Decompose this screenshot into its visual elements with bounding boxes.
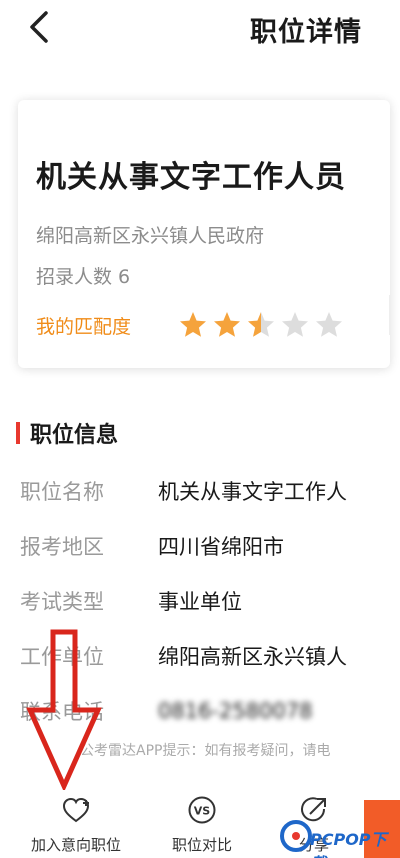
info-value: 机关从事文字工作人 [158,480,347,504]
star-icon [316,312,342,337]
watermark: PCPOP下载 [280,818,400,858]
page-title: 职位详情 [250,17,362,48]
star-icon [214,312,240,337]
info-value: 事业单位 [158,590,242,614]
match-rating-stars [178,310,344,340]
info-label: 报考地区 [20,535,104,559]
organization-name: 绵阳高新区永兴镇人民政府 [36,225,265,247]
tip-text: 公考雷达APP提示：如有报考疑问，请电 [80,743,331,759]
star-icon [282,312,308,337]
headcount: 招录人数 6 [36,266,131,288]
info-value: 四川省绵阳市 [158,535,284,559]
svg-text:VS: VS [194,805,211,818]
section-title: 职位信息 [16,418,118,448]
vs-circle-icon: VS [188,796,216,824]
watermark-text: PCPOP下载 [310,830,387,858]
phone-value[interactable]: 0816-2580078 [158,699,313,723]
add-favorite-label: 加入意向职位 [30,836,121,854]
job-summary-card: 机关从事文字工作人员 绵阳高新区永兴镇人民政府 招录人数 6 我的匹配度 [18,100,390,368]
compare-button[interactable]: VS 职位对比 [162,790,242,858]
annotation-arrow-icon [26,629,102,790]
section-accent-bar [16,422,20,444]
card-edge [382,295,390,335]
info-label: 考试类型 [20,590,104,614]
add-favorite-button[interactable]: 加入意向职位 [12,790,140,858]
nav-bar: 职位详情 [0,0,400,62]
section-title-text: 职位信息 [30,423,119,448]
info-value: 绵阳高新区永兴镇人 [158,645,347,669]
info-label: 职位名称 [20,480,104,504]
match-label: 我的匹配度 [36,316,132,338]
info-row-region: 报考地区 四川省绵阳市 [20,529,284,563]
star-icon [180,312,206,337]
star-icon [248,312,274,337]
compare-label: 职位对比 [171,836,232,854]
job-title: 机关从事文字工作人员 [36,160,346,195]
watermark-logo-icon [280,820,312,852]
heart-plus-icon [62,797,90,823]
info-row-exam-type: 考试类型 事业单位 [20,584,242,618]
info-row-position-name: 职位名称 机关从事文字工作人 [20,474,347,508]
